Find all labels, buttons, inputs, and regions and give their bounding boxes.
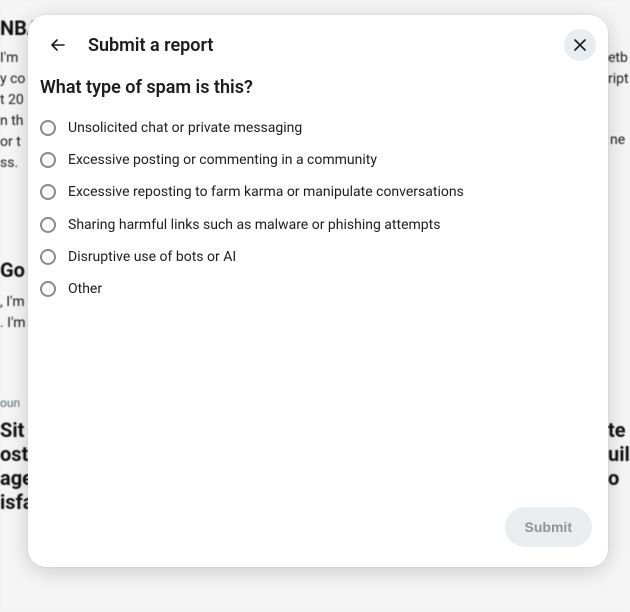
- option-label: Excessive posting or commenting in a com…: [68, 151, 377, 169]
- option-harmful-links[interactable]: Sharing harmful links such as malware or…: [40, 209, 598, 241]
- option-label: Disruptive use of bots or AI: [68, 248, 236, 266]
- header-left: Submit a report: [42, 29, 213, 61]
- option-bots-ai[interactable]: Disruptive use of bots or AI: [40, 241, 598, 273]
- radio-icon: [40, 249, 56, 265]
- spam-options: Unsolicited chat or private messaging Ex…: [38, 112, 598, 305]
- option-excessive-posting[interactable]: Excessive posting or commenting in a com…: [40, 144, 598, 176]
- radio-icon: [40, 152, 56, 168]
- radio-icon: [40, 281, 56, 297]
- spacer: [38, 305, 598, 507]
- option-unsolicited-chat[interactable]: Unsolicited chat or private messaging: [40, 112, 598, 144]
- option-label: Other: [68, 280, 102, 298]
- arrow-left-icon: [48, 35, 68, 55]
- modal-footer: Submit: [38, 507, 598, 551]
- option-label: Excessive reposting to farm karma or man…: [68, 183, 464, 201]
- back-button[interactable]: [42, 29, 74, 61]
- radio-icon: [40, 120, 56, 136]
- radio-icon: [40, 217, 56, 233]
- submit-button[interactable]: Submit: [505, 507, 592, 547]
- report-modal: Submit a report What type of spam is thi…: [28, 15, 608, 567]
- modal-header: Submit a report: [38, 27, 598, 63]
- close-button[interactable]: [564, 29, 596, 61]
- option-excessive-reposting[interactable]: Excessive reposting to farm karma or man…: [40, 176, 598, 208]
- option-other[interactable]: Other: [40, 273, 598, 305]
- option-label: Sharing harmful links such as malware or…: [68, 216, 440, 234]
- close-icon: [572, 37, 588, 53]
- radio-icon: [40, 184, 56, 200]
- modal-title: Submit a report: [88, 35, 213, 56]
- option-label: Unsolicited chat or private messaging: [68, 119, 302, 137]
- modal-subtitle: What type of spam is this?: [38, 63, 598, 112]
